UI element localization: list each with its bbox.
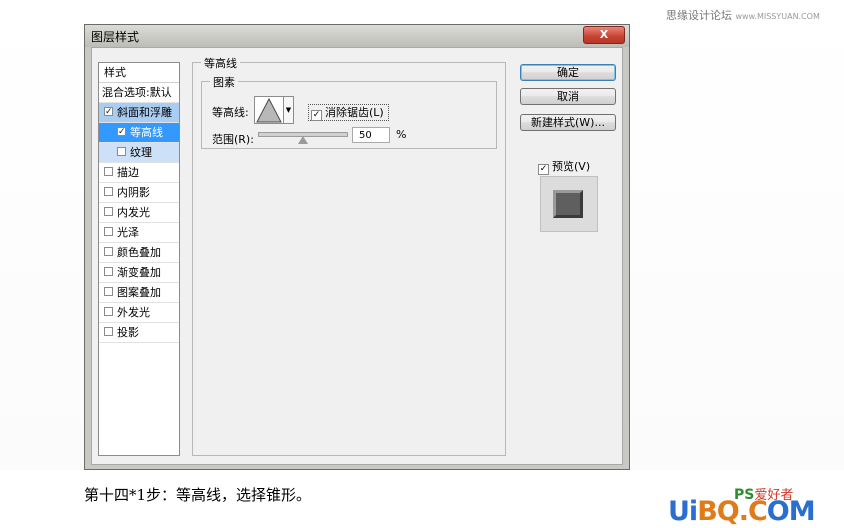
- style-item-label: 外发光: [117, 306, 150, 319]
- preview-swatch: [553, 190, 583, 218]
- elements-subgroup: 图素 等高线: ▼ ✓ 消除锯齿(L) 范围(R): 50 %: [201, 74, 497, 149]
- checkbox-drop-shadow[interactable]: [104, 327, 113, 336]
- checkbox-outer-glow[interactable]: [104, 307, 113, 316]
- style-item-color-overlay[interactable]: 颜色叠加: [99, 243, 179, 263]
- antialias-label: 消除锯齿(L): [325, 106, 384, 119]
- range-unit: %: [396, 128, 407, 141]
- checkbox-inner-glow[interactable]: [104, 207, 113, 216]
- style-item-inner-shadow[interactable]: 内阴影: [99, 183, 179, 203]
- checkbox-inner-shadow[interactable]: [104, 187, 113, 196]
- style-item-label: 投影: [117, 326, 139, 339]
- watermark-uibq-logo: UiBQ.COM: [668, 496, 816, 527]
- style-item-label: 光泽: [117, 226, 139, 239]
- elements-subgroup-title: 图素: [210, 74, 238, 90]
- checkbox-gradient-overlay[interactable]: [104, 267, 113, 276]
- ok-button[interactable]: 确定: [520, 64, 616, 81]
- style-item-drop-shadow[interactable]: 投影: [99, 323, 179, 343]
- contour-group-title: 等高线: [201, 55, 240, 71]
- style-item-satin[interactable]: 光泽: [99, 223, 179, 243]
- style-item-label: 渐变叠加: [117, 266, 161, 279]
- antialias-checkbox[interactable]: ✓ 消除锯齿(L): [308, 104, 389, 121]
- contour-picker[interactable]: [254, 96, 284, 124]
- style-item-label: 纹理: [130, 146, 152, 159]
- cancel-button[interactable]: 取消: [520, 88, 616, 105]
- contour-dropdown-arrow[interactable]: ▼: [284, 96, 294, 124]
- cone-contour-icon: [256, 97, 282, 123]
- watermark-brand-b: BQ.C: [697, 496, 768, 527]
- watermark-brand-u: Ui: [668, 496, 698, 527]
- layer-style-dialog: 图层样式 X 样式 混合选项:默认 ✓ 斜面和浮雕 ✓ 等高线 纹理 描边 内阴…: [84, 24, 630, 470]
- style-item-label: 等高线: [130, 126, 163, 139]
- preview-label: 预览(V): [552, 160, 591, 173]
- contour-label: 等高线:: [212, 106, 249, 119]
- close-button[interactable]: X: [583, 26, 625, 44]
- range-slider-thumb[interactable]: [298, 136, 308, 144]
- style-item-stroke[interactable]: 描边: [99, 163, 179, 183]
- styles-header[interactable]: 样式: [99, 63, 179, 83]
- style-item-gradient-overlay[interactable]: 渐变叠加: [99, 263, 179, 283]
- watermark-top-site: www.MISSYUAN.COM: [735, 12, 820, 21]
- style-item-label: 图案叠加: [117, 286, 161, 299]
- checkbox-contour[interactable]: ✓: [117, 127, 126, 137]
- watermark-brand-rest: OM: [766, 496, 816, 527]
- style-item-label: 内发光: [117, 206, 150, 219]
- style-item-pattern-overlay[interactable]: 图案叠加: [99, 283, 179, 303]
- style-item-outer-glow[interactable]: 外发光: [99, 303, 179, 323]
- style-item-label: 描边: [117, 166, 139, 179]
- range-input[interactable]: 50: [352, 127, 390, 143]
- blend-options-item[interactable]: 混合选项:默认: [99, 83, 179, 103]
- style-preview: [540, 176, 598, 232]
- range-label: 范围(R):: [212, 133, 254, 146]
- style-item-label: 斜面和浮雕: [117, 106, 172, 119]
- watermark-top-text: 思缘设计论坛: [666, 9, 732, 22]
- preview-checkbox[interactable]: ✓ 预览(V): [538, 158, 590, 175]
- checkbox-satin[interactable]: [104, 227, 113, 236]
- caption: 第十四*1步：等高线，选择锥形。: [84, 486, 312, 504]
- preview-check-icon: ✓: [538, 164, 549, 175]
- style-item-bevel-emboss[interactable]: ✓ 斜面和浮雕: [99, 103, 179, 123]
- contour-group: 等高线 图素 等高线: ▼ ✓ 消除锯齿(L) 范围(R): 50 %: [192, 55, 506, 456]
- checkbox-pattern-overlay[interactable]: [104, 287, 113, 296]
- new-style-button[interactable]: 新建样式(W)...: [520, 114, 616, 131]
- dialog-client-area: 样式 混合选项:默认 ✓ 斜面和浮雕 ✓ 等高线 纹理 描边 内阴影 内发光 光…: [91, 47, 623, 465]
- checkbox-color-overlay[interactable]: [104, 247, 113, 256]
- style-item-label: 颜色叠加: [117, 246, 161, 259]
- checkbox-texture[interactable]: [117, 147, 126, 156]
- checkbox-bevel-emboss[interactable]: ✓: [104, 107, 113, 117]
- style-item-texture[interactable]: 纹理: [99, 143, 179, 163]
- style-item-label: 内阴影: [117, 186, 150, 199]
- style-item-inner-glow[interactable]: 内发光: [99, 203, 179, 223]
- title-bar[interactable]: 图层样式 X: [85, 25, 629, 47]
- styles-list: 样式 混合选项:默认 ✓ 斜面和浮雕 ✓ 等高线 纹理 描边 内阴影 内发光 光…: [98, 62, 180, 456]
- style-item-contour[interactable]: ✓ 等高线: [99, 123, 179, 143]
- watermark-top: 思缘设计论坛 www.MISSYUAN.COM: [666, 7, 820, 23]
- antialias-check-icon: ✓: [311, 110, 322, 121]
- dialog-title: 图层样式: [91, 30, 140, 44]
- checkbox-stroke[interactable]: [104, 167, 113, 176]
